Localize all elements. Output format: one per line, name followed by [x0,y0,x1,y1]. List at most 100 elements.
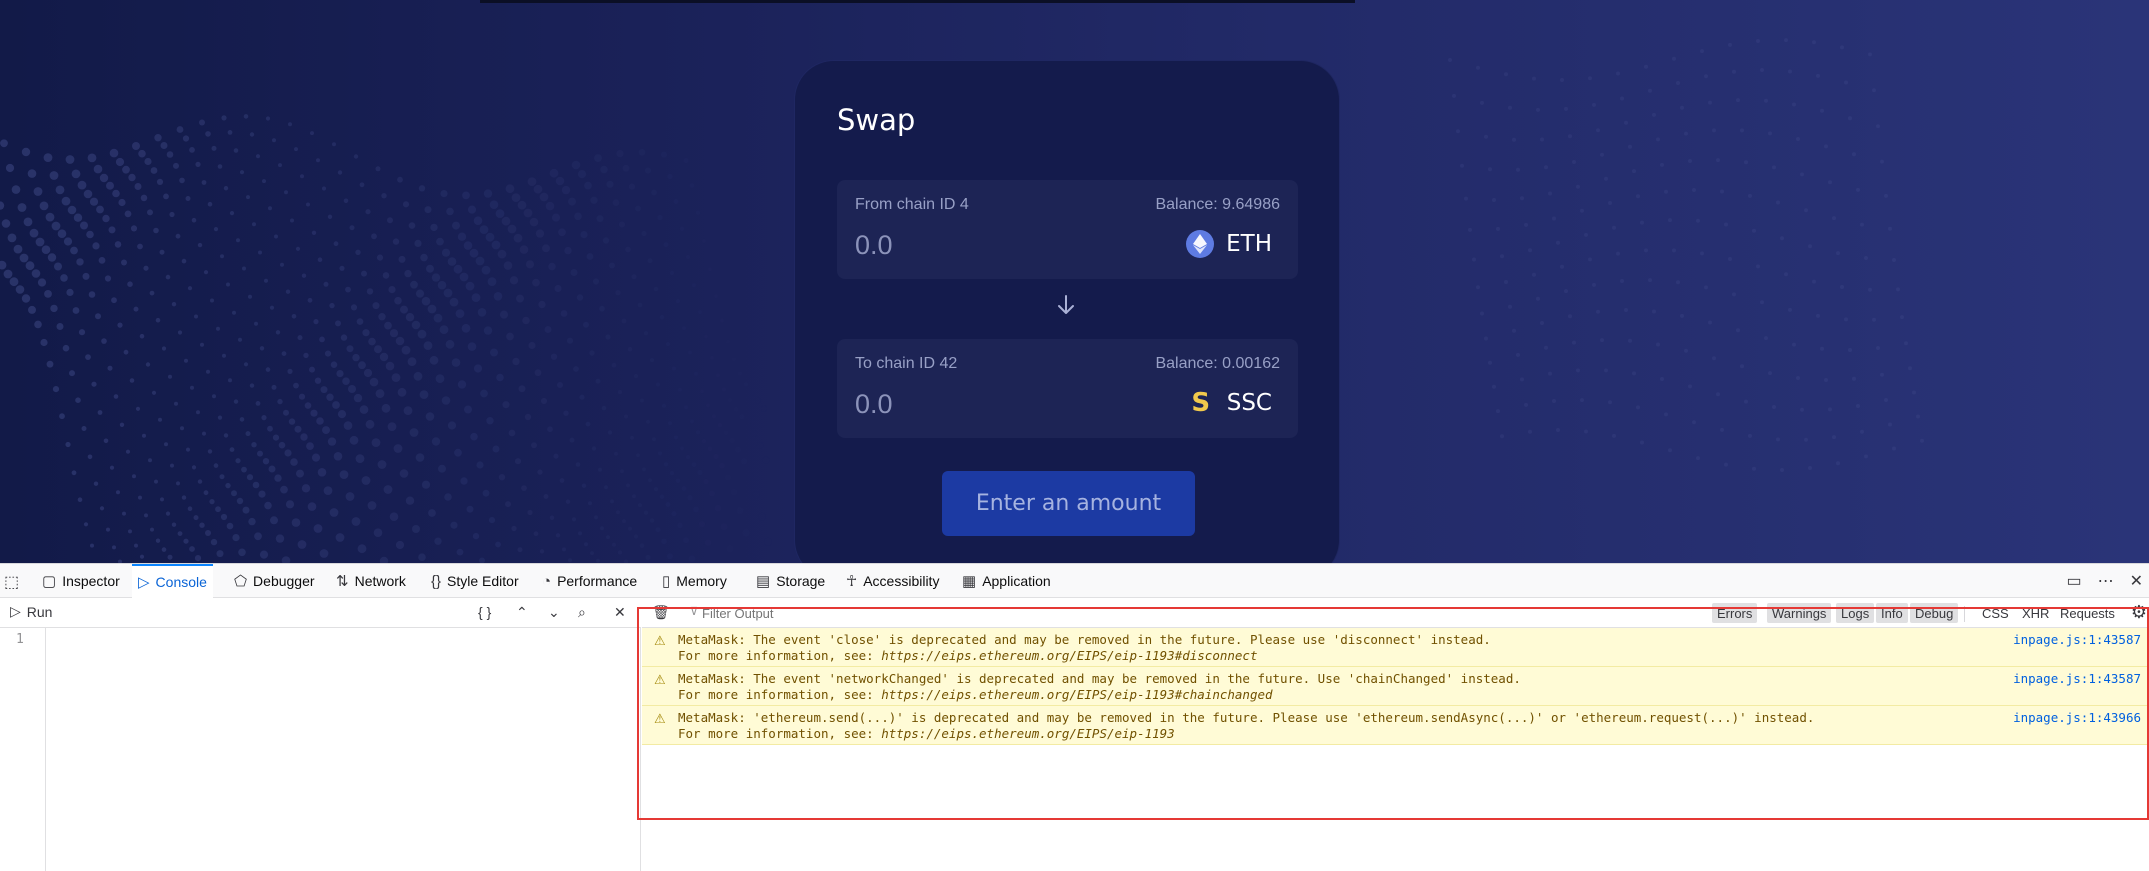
console-warning-message: ⚠ MetaMask: 'ethereum.send(...)' is depr… [642,706,2149,745]
message-text: MetaMask: The event 'close' is deprecate… [678,632,1491,647]
line-number: 1 [16,632,24,647]
history-down-icon[interactable]: ⌄ [548,604,560,621]
more-info-prefix: For more information, see: [678,726,882,741]
dapp-page: Swap From chain ID 4 Balance: 9.64986 0.… [0,0,2149,563]
tab-console[interactable]: ▷ Console [132,564,213,598]
tab-inspector[interactable]: ▢ Inspector [36,564,126,598]
debugger-icon: ⬠ [234,573,248,590]
tab-network[interactable]: ⇅ Network [330,564,412,598]
filter-separator [1964,606,1965,622]
tab-label: Accessibility [863,573,940,589]
multiline-editor[interactable]: 1 [0,628,641,871]
console-settings-gear-icon[interactable]: ⚙ [2131,602,2147,623]
ssc-icon: S [1191,388,1211,418]
arrow-down-icon[interactable] [1054,293,1078,317]
tab-label: Network [354,573,406,589]
close-icon[interactable]: ✕ [2130,571,2143,591]
tab-label: Performance [557,573,638,589]
warning-icon: ⚠ [654,633,666,648]
console-icon: ▷ [138,574,150,591]
filter-errors[interactable]: Errors [1712,603,1758,623]
accessibility-icon: ☥ [846,573,858,590]
from-token[interactable]: ETH [1186,230,1272,258]
to-chain-label: To chain ID 42 [855,355,958,372]
clear-console-icon[interactable]: 🗑 [652,604,670,621]
reverse-search-icon[interactable]: ⌕ [578,604,586,621]
run-button[interactable]: ▷ Run [10,603,52,620]
tab-application[interactable]: ▦ Application [956,564,1057,598]
warning-icon: ⚠ [654,672,666,687]
tab-label: Style Editor [447,573,519,589]
editor-toolbar: ▷ Run { } ⌃ ⌄ ⌕ ✕ [0,598,641,628]
message-more-info: For more information, see: https://eips.… [678,648,1258,663]
more-info-prefix: For more information, see: [678,687,882,702]
memory-icon: ▯ [662,573,671,590]
filter-warnings[interactable]: Warnings [1767,603,1832,623]
filter-xhr[interactable]: XHR [2022,603,2049,623]
filter-requests[interactable]: Requests [2060,603,2115,623]
console-output: ⚠ MetaMask: The event 'close' is depreca… [642,628,2149,871]
message-source-link[interactable]: inpage.js:1:43587 [2013,671,2141,686]
from-balance: Balance: 9.64986 [1155,196,1280,213]
devtools-window-controls: ▭ ⋯ ✕ [2066,564,2143,598]
devtools-tabbar: ⬚ ▢ Inspector ▷ Console ⬠ Debugger ⇅ Net… [0,564,2149,598]
warning-icon: ⚠ [654,711,666,726]
network-icon: ⇅ [336,573,349,590]
filter-output-input[interactable] [686,602,1186,624]
performance-icon: ◔ [542,572,552,590]
message-source-link[interactable]: inpage.js:1:43587 [2013,632,2141,647]
tab-memory[interactable]: ▯ Memory [656,564,733,598]
to-amount-input[interactable]: 0.0 [855,389,893,420]
history-up-icon[interactable]: ⌃ [516,604,528,621]
style-editor-icon: {} [431,572,442,590]
enter-amount-button[interactable]: Enter an amount [942,471,1195,536]
tab-label: Application [982,573,1051,589]
from-amount-input[interactable]: 0.0 [855,230,893,261]
message-text: MetaMask: The event 'networkChanged' is … [678,671,1521,686]
run-label: Run [26,603,53,620]
element-picker-icon[interactable]: ⬚ [4,572,19,592]
filter-debug[interactable]: Debug [1910,603,1959,623]
message-more-info: For more information, see: https://eips.… [678,726,1175,741]
swap-card: Swap From chain ID 4 Balance: 9.64986 0.… [794,60,1340,563]
to-token[interactable]: S SSC [1187,388,1272,418]
devtools-panel: ⬚ ▢ Inspector ▷ Console ⬠ Debugger ⇅ Net… [0,563,2149,871]
to-panel: To chain ID 42 Balance: 0.00162 0.0 S SS… [837,339,1298,438]
message-more-info: For more information, see: https://eips.… [678,687,1273,702]
editor-gutter: 1 [0,628,46,871]
tab-style-editor[interactable]: {} Style Editor [425,564,525,598]
filter-info[interactable]: Info [1876,603,1908,623]
tab-storage[interactable]: ▤ Storage [750,564,831,598]
tab-performance[interactable]: ◔ Performance [536,564,643,598]
pretty-print-button[interactable]: { } [478,604,491,620]
to-token-symbol: SSC [1226,390,1272,416]
to-balance: Balance: 0.00162 [1155,355,1280,372]
tab-accessibility[interactable]: ☥ Accessibility [840,564,945,598]
tab-label: Inspector [62,573,120,589]
message-link[interactable]: https://eips.ethereum.org/EIPS/eip-1193#… [881,648,1257,663]
message-text: MetaMask: 'ethereum.send(...)' is deprec… [678,710,1815,725]
tab-debugger[interactable]: ⬠ Debugger [228,564,321,598]
inspector-icon: ▢ [42,573,57,590]
tab-label: Storage [776,573,826,589]
tab-label: Debugger [253,573,315,589]
more-info-prefix: For more information, see: [678,648,882,663]
responsive-mode-icon[interactable]: ▭ [2066,571,2081,591]
storage-icon: ▤ [756,573,771,590]
filter-logs[interactable]: Logs [1836,603,1875,623]
tab-label: Console [155,574,207,590]
application-icon: ▦ [962,573,977,590]
console-warning-message: ⚠ MetaMask: The event 'networkChanged' i… [642,667,2149,706]
filter-css[interactable]: CSS [1982,603,2009,623]
message-link[interactable]: https://eips.ethereum.org/EIPS/eip-1193#… [881,687,1272,702]
eth-icon [1186,230,1215,258]
from-token-symbol: ETH [1226,231,1272,257]
swap-title: Swap [837,103,916,137]
console-warning-message: ⚠ MetaMask: The event 'close' is depreca… [642,628,2149,667]
message-link[interactable]: https://eips.ethereum.org/EIPS/eip-1193 [881,726,1175,741]
play-icon: ▷ [10,603,21,619]
close-editor-icon[interactable]: ✕ [614,604,626,621]
more-options-icon[interactable]: ⋯ [2098,571,2114,591]
message-source-link[interactable]: inpage.js:1:43966 [2013,710,2141,725]
console-filter-bar: 🗑 ⊽ Errors Warnings Logs Info Debug CSS … [642,598,2149,628]
